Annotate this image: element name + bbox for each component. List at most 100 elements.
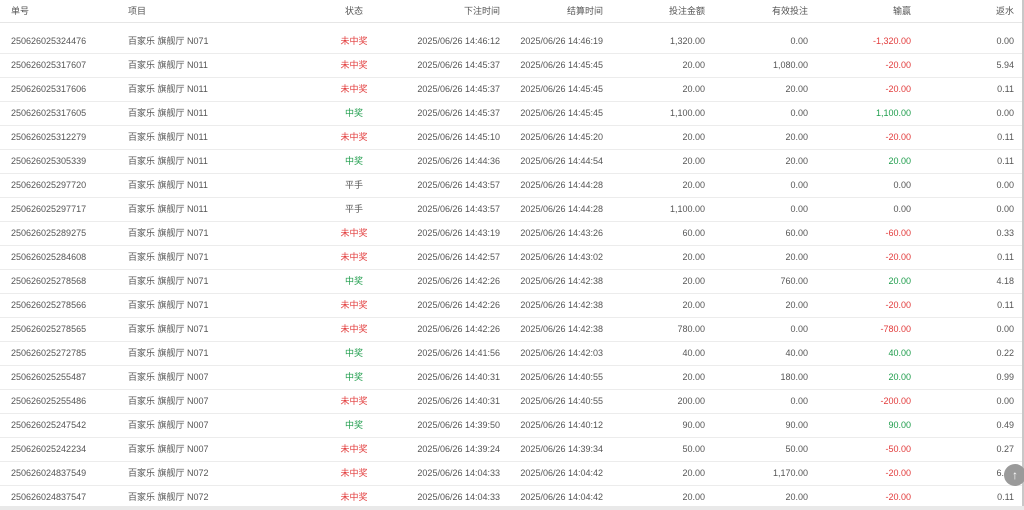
cell-amount: 1,320.00 [669,36,705,46]
horizontal-scrollbar[interactable] [0,506,1024,510]
cell-project: 百家乐 旗舰厅 N011 [128,84,208,94]
header-id[interactable]: 单号 [11,0,29,22]
cell-settle-time: 2025/06/26 14:45:20 [520,132,603,142]
table-header: 单号 项目 状态 下注时间 结算时间 投注金额 有效投注 输赢 返水 [0,0,1022,23]
cell-project: 百家乐 旗舰厅 N007 [128,372,209,382]
table-row[interactable]: 250626025272785 百家乐 旗舰厅 N071 中奖 2025/06/26 … [0,342,1022,366]
cell-rebate: 4.18 [996,276,1014,286]
cell-win-loss: -60.00 [885,228,911,238]
cell-valid-bet: 20.00 [785,156,808,166]
cell-status: 未中奖 [340,228,368,238]
cell-id: 250626025312279 [11,132,87,142]
header-project[interactable]: 项目 [128,0,146,22]
cell-amount: 1,100.00 [669,108,705,118]
cell-id: 250626025272785 [11,348,87,358]
cell-rebate: 0.99 [996,372,1014,382]
cell-rebate: 0.00 [996,396,1014,406]
cell-id: 250626025255487 [11,372,87,382]
cell-valid-bet: 0.00 [790,324,808,334]
arrow-up-icon[interactable]: ↑ [1004,464,1024,486]
cell-amount: 780.00 [677,324,705,334]
cell-settle-time: 2025/06/26 14:39:34 [520,444,603,454]
cell-valid-bet: 0.00 [790,36,808,46]
header-amount[interactable]: 投注金额 [600,0,705,22]
cell-amount: 20.00 [682,252,705,262]
cell-id: 250626025284608 [11,252,87,262]
cell-status: 未中奖 [340,60,368,70]
cell-win-loss: -200.00 [880,396,911,406]
cell-id: 250626025278565 [11,324,87,334]
cell-valid-bet: 20.00 [785,132,808,142]
table-row[interactable]: 250626025305339 百家乐 旗舰厅 N011 中奖 2025/06/26 … [0,150,1022,174]
cell-amount: 40.00 [682,348,705,358]
table-row[interactable]: 250626025317607 百家乐 旗舰厅 N011 未中奖 2025/06/26… [0,54,1022,78]
cell-win-loss: 0.00 [893,204,911,214]
cell-settle-time: 2025/06/26 14:42:03 [520,348,603,358]
table-row[interactable]: 250626025247542 百家乐 旗舰厅 N007 中奖 2025/06/26 … [0,414,1022,438]
cell-win-loss: -20.00 [885,468,911,478]
cell-status: 未中奖 [340,132,368,142]
cell-amount: 20.00 [682,468,705,478]
cell-settle-time: 2025/06/26 14:40:55 [520,396,603,406]
cell-settle-time: 2025/06/26 14:44:54 [520,156,603,166]
table-row[interactable]: 250626025242234 百家乐 旗舰厅 N007 未中奖 2025/06/26… [0,438,1022,462]
table-row[interactable]: 250626025317605 百家乐 旗舰厅 N011 中奖 2025/06/26 … [0,102,1022,126]
table-row[interactable]: 250626025297717 百家乐 旗舰厅 N011 平手 2025/06/26 … [0,198,1022,222]
header-rebate[interactable]: 返水 [940,0,1014,22]
cell-rebate: 0.27 [996,444,1014,454]
header-win-loss[interactable]: 输赢 [800,0,911,22]
cell-settle-time: 2025/06/26 14:42:38 [520,300,603,310]
table-row[interactable]: 250626025289275 百家乐 旗舰厅 N071 未中奖 2025/06/26… [0,222,1022,246]
header-status[interactable]: 状态 [321,0,387,22]
cell-settle-time: 2025/06/26 14:44:28 [520,204,603,214]
table-row[interactable]: 250626025284608 百家乐 旗舰厅 N071 未中奖 2025/06/26… [0,246,1022,270]
table-row[interactable]: 250626025255486 百家乐 旗舰厅 N007 未中奖 2025/06/26… [0,390,1022,414]
cell-project: 百家乐 旗舰厅 N011 [128,60,208,70]
cell-rebate: 0.00 [996,108,1014,118]
cell-id: 250626025255486 [11,396,87,406]
table-row[interactable]: 250626025297720 百家乐 旗舰厅 N011 平手 2025/06/26 … [0,174,1022,198]
cell-win-loss: 90.00 [888,420,911,430]
table-row[interactable]: 250626024837549 百家乐 旗舰厅 N072 未中奖 2025/06/26… [0,462,1022,486]
cell-amount: 90.00 [682,420,705,430]
table-row[interactable]: 250626025278565 百家乐 旗舰厅 N071 未中奖 2025/06/26… [0,318,1022,342]
cell-project: 百家乐 旗舰厅 N071 [128,228,209,238]
table-row[interactable]: 250626025317606 百家乐 旗舰厅 N011 未中奖 2025/06/26… [0,78,1022,102]
cell-project: 百家乐 旗舰厅 N011 [128,132,208,142]
cell-rebate: 6.43 [940,462,1014,485]
cell-status: 平手 [344,180,363,190]
cell-project: 百家乐 旗舰厅 N011 [128,204,208,214]
cell-win-loss: 0.00 [893,180,911,190]
table-row[interactable]: 250626025255487 百家乐 旗舰厅 N007 中奖 2025/06/26 … [0,366,1022,390]
cell-win-loss: 20.00 [888,372,911,382]
cell-rebate: 0.00 [996,180,1014,190]
cell-status: 中奖 [344,108,363,118]
cell-id: 250626025305339 [11,156,87,166]
table-row[interactable]: 250626025278566 百家乐 旗舰厅 N071 未中奖 2025/06/26… [0,294,1022,318]
cell-amount: 20.00 [682,60,705,70]
cell-project: 百家乐 旗舰厅 N011 [128,180,208,190]
bet-records-panel: 单号 项目 状态 下注时间 结算时间 投注金额 有效投注 输赢 返水 25062… [0,0,1022,510]
cell-win-loss: -780.00 [880,324,911,334]
table-row[interactable]: 250626025312279 百家乐 旗舰厅 N011 未中奖 2025/06/26… [0,126,1022,150]
table-row[interactable]: 250626025278568 百家乐 旗舰厅 N071 中奖 2025/06/26 … [0,270,1022,294]
cell-settle-time: 2025/06/26 14:04:42 [520,468,603,478]
cell-project: 百家乐 旗舰厅 N011 [128,108,208,118]
header-valid-bet[interactable]: 有效投注 [700,0,808,22]
cell-status: 中奖 [344,348,363,358]
cell-valid-bet: 50.00 [785,444,808,454]
cell-id: 250626025278566 [11,300,87,310]
cell-id: 250626025317607 [11,60,87,70]
cell-id: 250626025297720 [11,180,87,190]
cell-amount: 20.00 [682,372,705,382]
header-settle-time[interactable]: 结算时间 [480,0,603,22]
table-row[interactable]: 250626025324476 百家乐 旗舰厅 N071 未中奖 2025/06/26… [0,30,1022,54]
cell-win-loss: -50.00 [885,444,911,454]
cell-status: 未中奖 [340,36,368,46]
cell-amount: 20.00 [682,276,705,286]
cell-win-loss: -20.00 [885,132,911,142]
cell-rebate: 0.00 [996,204,1014,214]
cell-settle-time: 2025/06/26 14:46:19 [520,36,603,46]
cell-valid-bet: 0.00 [790,204,808,214]
cell-settle-time: 2025/06/26 14:40:12 [520,420,603,430]
